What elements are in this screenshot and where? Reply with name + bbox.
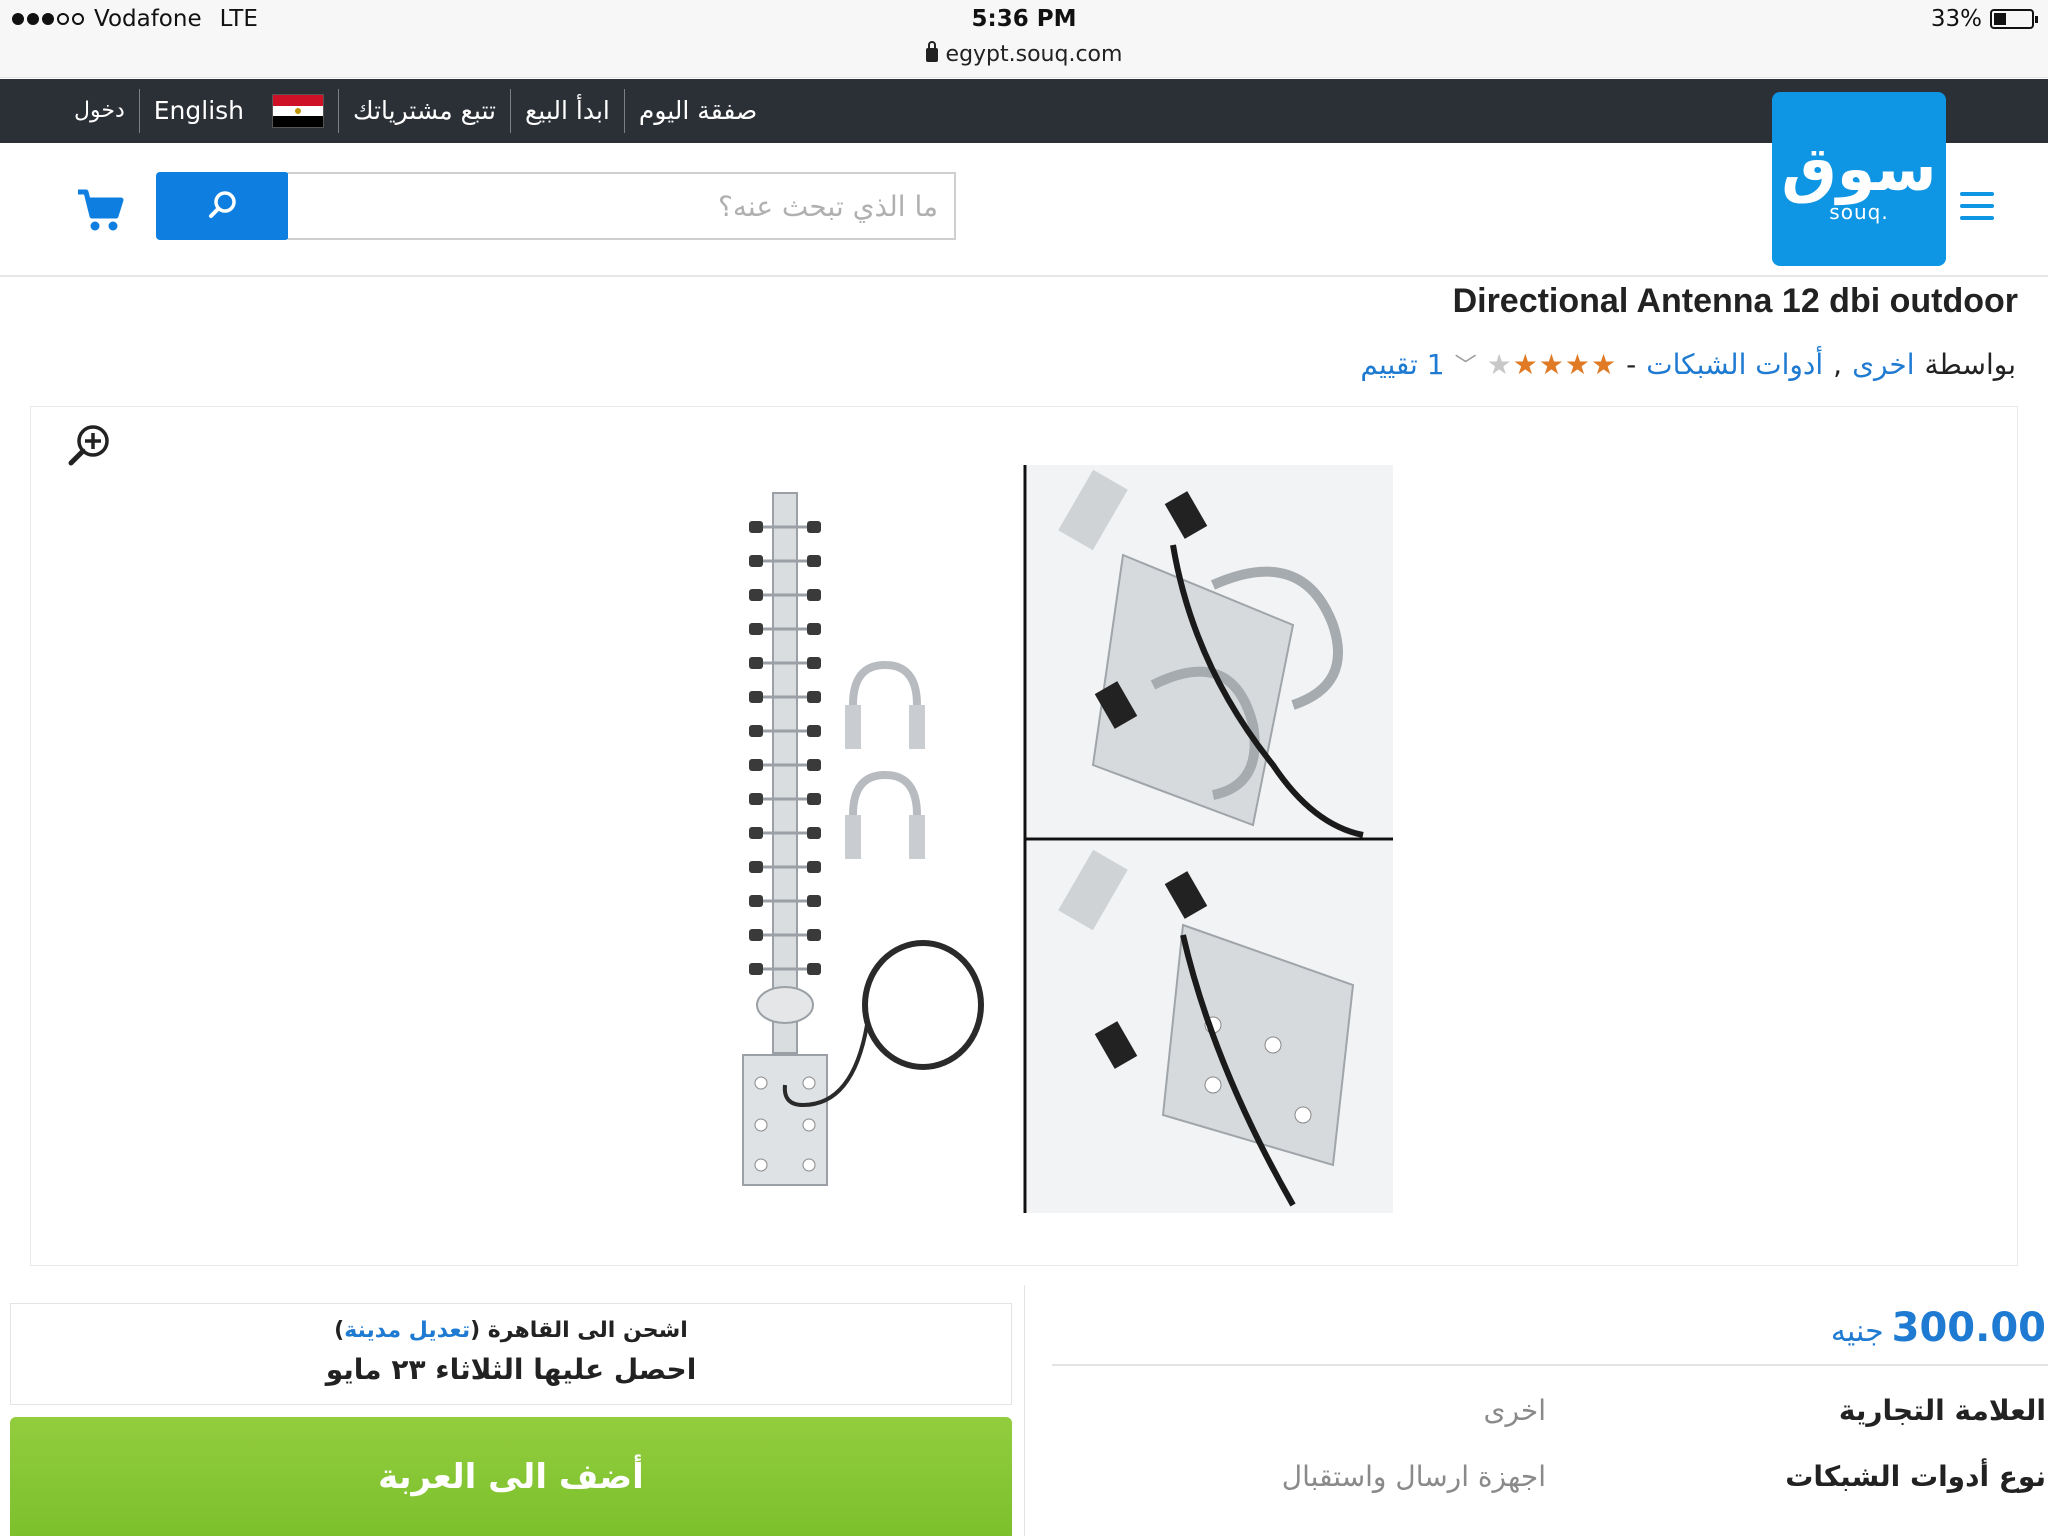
rating-stars[interactable]: ★ ★ ★ ★ ★ xyxy=(1487,348,1617,381)
zoom-in-icon[interactable] xyxy=(67,423,111,467)
ship-to-prefix: اشحن الى القاهرة ( xyxy=(470,1318,688,1343)
url-text: egypt.souq.com xyxy=(945,42,1123,67)
logo-english: souq. xyxy=(1829,200,1889,224)
column-divider xyxy=(1024,1285,1025,1536)
egypt-flag-icon[interactable] xyxy=(272,94,325,128)
star-icon: ★ xyxy=(1591,347,1617,381)
search-input[interactable] xyxy=(288,172,956,240)
hamburger-menu-icon[interactable] xyxy=(1960,192,1994,220)
star-icon: ★ xyxy=(1486,347,1512,381)
spec-value: اخرى xyxy=(1483,1394,1546,1427)
spec-row-brand: العلامة التجارية اخرى xyxy=(1052,1394,2046,1444)
souq-logo[interactable]: سوق souq. xyxy=(1772,92,1946,266)
language-switch[interactable]: English xyxy=(138,89,258,133)
track-orders-link[interactable]: تتبع مشترياتك xyxy=(338,89,510,133)
brand-link[interactable]: اخرى xyxy=(1852,348,1914,381)
mount-photos xyxy=(1023,465,1393,1213)
product-title: Directional Antenna 12 dbi outdoor xyxy=(1452,282,2018,320)
battery-status: 33% xyxy=(1930,6,2038,32)
edit-city-link[interactable]: تعديل مدينة xyxy=(344,1318,470,1343)
search-icon xyxy=(209,191,236,218)
star-icon: ★ xyxy=(1512,347,1538,381)
search-button[interactable] xyxy=(156,172,289,240)
status-bar: Vodafone LTE 5:36 PM 33% egypt.souq.com xyxy=(0,0,2048,78)
login-link[interactable]: دخول xyxy=(60,89,139,133)
shipping-box: اشحن الى القاهرة (تعديل مدينة) احصل عليه… xyxy=(10,1303,1012,1405)
spec-label: العلامة التجارية xyxy=(1838,1394,2046,1427)
ship-to-suffix: ) xyxy=(334,1318,345,1343)
antenna-illustration xyxy=(742,492,984,1186)
product-price: 300.00جنيه xyxy=(1831,1305,2046,1351)
spec-value: اجهزة ارسال واستقبال xyxy=(1281,1460,1546,1493)
byline-separator: - xyxy=(1626,347,1637,381)
address-bar[interactable]: egypt.souq.com xyxy=(0,41,2048,67)
category-link[interactable]: أدوات الشبكات xyxy=(1646,348,1823,381)
price-currency: جنيه xyxy=(1830,1314,1884,1349)
price-amount: 300.00 xyxy=(1891,1305,2046,1351)
chevron-down-icon[interactable]: ﹀ xyxy=(1455,348,1477,380)
product-image[interactable] xyxy=(653,465,1429,1213)
price-divider xyxy=(1052,1364,2048,1366)
ship-to-line: اشحن الى القاهرة (تعديل مدينة) xyxy=(11,1318,1011,1343)
star-icon: ★ xyxy=(1538,347,1564,381)
top-nav: دخول English تتبع مشترياتك ابدأ البيع صف… xyxy=(0,79,2048,143)
logo-arabic: سوق xyxy=(1781,132,1937,205)
clock: 5:36 PM xyxy=(971,6,1077,32)
spec-label: نوع أدوات الشبكات xyxy=(1785,1460,2046,1493)
battery-percent: 33% xyxy=(1930,6,1982,32)
start-selling-link[interactable]: ابدأ البيع xyxy=(509,89,624,133)
add-to-cart-button[interactable]: أضف الى العربة xyxy=(10,1417,1012,1536)
by-label: بواسطة xyxy=(1924,347,2016,381)
reviews-link[interactable]: 1 تقييم xyxy=(1360,348,1444,381)
cart-icon[interactable] xyxy=(76,188,124,232)
battery-icon xyxy=(1990,9,2038,29)
spec-row-type: نوع أدوات الشبكات اجهزة ارسال واستقبال xyxy=(1052,1460,2046,1510)
product-byline: بواسطة اخرى, أدوات الشبكات - ★ ★ ★ ★ ★ ﹀ 1 ت… xyxy=(1360,347,2016,381)
deal-of-day-link[interactable]: صفقة اليوم xyxy=(623,89,771,133)
star-icon: ★ xyxy=(1564,347,1591,381)
delivery-date: احصل عليها الثلاثاء ٢٣ مايو xyxy=(325,1353,697,1386)
lock-icon xyxy=(925,41,938,62)
product-gallery[interactable] xyxy=(30,406,2018,1266)
